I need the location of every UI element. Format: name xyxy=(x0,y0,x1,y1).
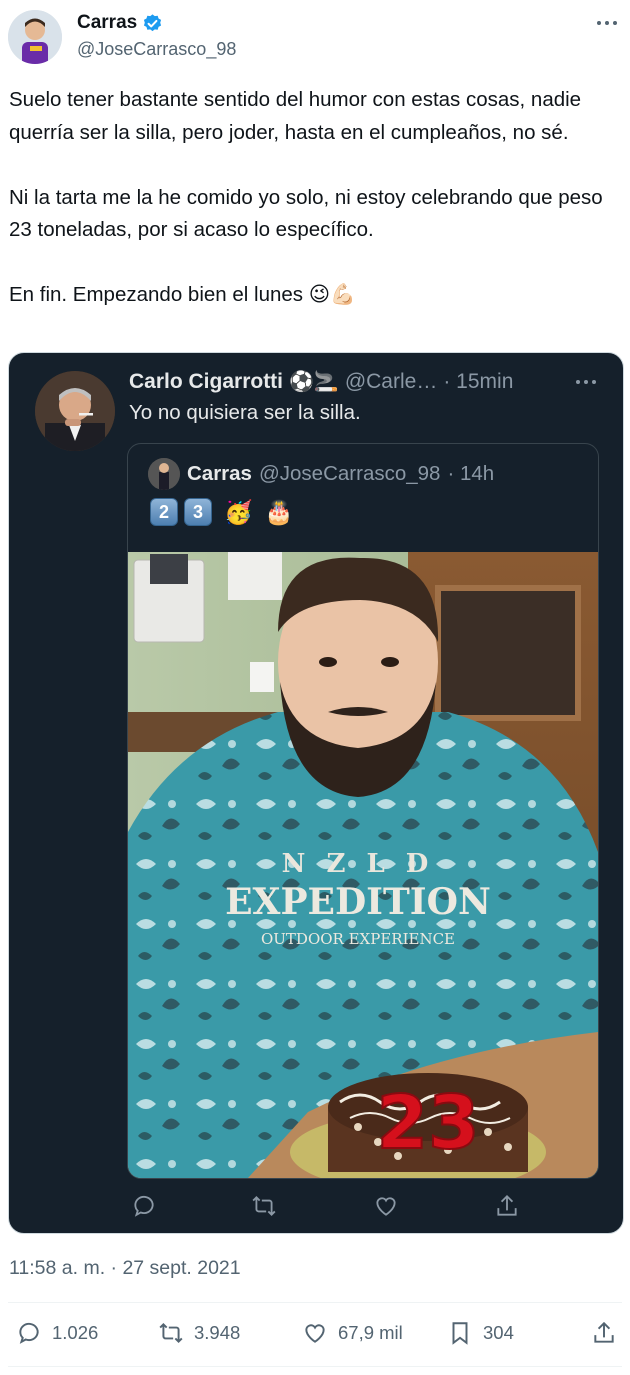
embedded-display-name: Carlo Cigarrotti xyxy=(129,369,284,393)
embedded-handle: @Carle… xyxy=(344,369,438,393)
quoted-author-avatar xyxy=(148,458,180,490)
embedded-author-avatar xyxy=(35,371,115,451)
more-options-icon[interactable] xyxy=(594,14,620,32)
divider-bottom xyxy=(8,1366,622,1367)
embedded-text: Yo no quisiera ser la silla. xyxy=(129,401,361,424)
reply-count: 1.026 xyxy=(52,1322,99,1343)
tweet-timestamp[interactable]: 11:58 a. m. · 27 sept. 2021 xyxy=(9,1257,241,1280)
bookmark-icon xyxy=(452,1322,468,1345)
embedded-tweet-screenshot[interactable]: Carlo Cigarrotti ⚽🚬 @Carle… · 15min Yo n… xyxy=(8,352,624,1234)
quoted-handle: @JoseCarrasco_98 xyxy=(258,462,441,485)
share-icon xyxy=(594,1321,614,1343)
shirt-text-line2: EXPEDITION xyxy=(225,881,491,923)
bookmark-button[interactable]: 304 xyxy=(447,1320,514,1346)
retweet-icon xyxy=(159,1322,183,1344)
party-face-emoji: 🥳 xyxy=(224,498,253,525)
reply-button[interactable]: 1.026 xyxy=(16,1320,98,1346)
quoted-tweet: Carras @JoseCarrasco_98 · 14h 2 3 🥳 🎂 N … xyxy=(127,443,599,1179)
shirt-text-line3: OUTDOOR EXPERIENCE xyxy=(261,930,455,948)
shirt-text-line1: N Z L D xyxy=(282,849,435,879)
embedded-share-icon xyxy=(494,1193,520,1219)
divider xyxy=(8,1302,622,1303)
tweet-text: Suelo tener bastante sentido del humor c… xyxy=(9,88,603,306)
embedded-reply-icon xyxy=(131,1193,157,1219)
share-button[interactable] xyxy=(591,1320,617,1346)
keycap-two-emoji: 2 xyxy=(150,498,178,526)
like-button[interactable]: 67,9 mil xyxy=(302,1320,403,1346)
cake-candle-number: 23 xyxy=(377,1080,480,1166)
keycap-three-emoji: 3 xyxy=(184,498,212,526)
embedded-time: · 15min xyxy=(443,369,514,393)
birthday-cake-emoji: 🎂 xyxy=(264,498,294,525)
embedded-like-icon xyxy=(373,1193,399,1219)
bookmark-count: 304 xyxy=(483,1322,514,1343)
embedded-retweet-icon xyxy=(251,1193,277,1219)
embedded-name-emojis: ⚽🚬 xyxy=(289,371,339,393)
like-icon xyxy=(305,1324,325,1343)
author-avatar[interactable] xyxy=(8,10,62,64)
author-display-name[interactable]: Carras xyxy=(77,12,137,34)
quoted-time: · 14h xyxy=(447,462,495,485)
verified-badge-icon xyxy=(142,13,163,34)
author-handle[interactable]: @JoseCarrasco_98 xyxy=(77,39,236,60)
retweet-count: 3.948 xyxy=(194,1322,241,1343)
embedded-more-icon xyxy=(573,373,599,391)
quoted-display-name: Carras xyxy=(187,462,252,485)
retweet-button[interactable]: 3.948 xyxy=(158,1320,240,1346)
like-count: 67,9 mil xyxy=(338,1322,403,1343)
reply-icon xyxy=(19,1322,39,1344)
birthday-photo: N Z L D EXPEDITION OUTDOOR EXPERIENCE 23 xyxy=(128,552,598,1178)
